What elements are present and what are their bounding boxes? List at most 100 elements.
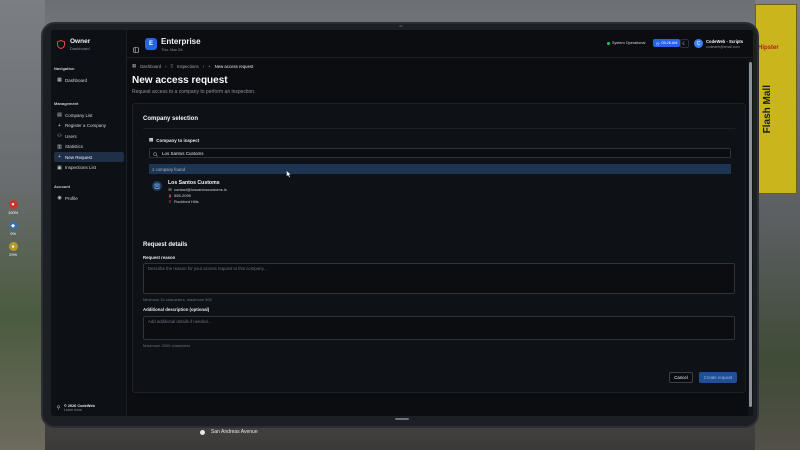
enterprise-title: Enterprise (161, 37, 201, 46)
company-email-row: ✉ contact@lossantoscustoms.ls (168, 187, 227, 192)
sidebar-item-company-list[interactable]: ▤ Company List (54, 110, 124, 120)
main-content: ▦ Dashboard › ▯ Inspections › + New acce… (127, 59, 753, 416)
company-label-text: Company to inspect (156, 137, 200, 143)
building-icon: ▤ (57, 112, 62, 118)
tablet-screen: Owner Dashboard Navigation ▦ Dashboard M… (51, 30, 753, 416)
sidebar-item-statistics[interactable]: ▥ Statistics (54, 142, 124, 152)
description-label: Additional description (optional) (143, 307, 210, 312)
sidebar-item-label: Company List (65, 112, 93, 118)
nav-heading: Navigation (54, 66, 75, 71)
company-search-field[interactable] (149, 148, 731, 158)
brand-subtitle: Dashboard (70, 46, 90, 51)
status-text: System Operational (612, 41, 646, 45)
sidebar-item-label: Statistics (65, 144, 84, 149)
clock-badge: ◷ 05:26 AM (653, 39, 681, 47)
footer-learn-more[interactable]: Learn more (64, 408, 95, 412)
phone-icon: ▮ (168, 193, 172, 198)
page-subtitle: Request access to a company to perform a… (132, 89, 256, 95)
sidebar: Owner Dashboard Navigation ▦ Dashboard M… (51, 30, 127, 416)
hud-armor: ◆ 0% (8, 221, 18, 236)
chevron-right-icon: › (165, 63, 167, 69)
company-phone-row: ▮ 555-2099 (168, 193, 191, 198)
description-hint: Maximum 2000 characters (143, 343, 191, 348)
company-phone: 555-2099 (174, 193, 191, 198)
breadcrumb-current: New access request (214, 63, 254, 69)
breadcrumb-dashboard[interactable]: Dashboard (140, 64, 161, 69)
brand[interactable]: Owner Dashboard (57, 38, 90, 51)
nav-section-account: Account ◉ Profile (51, 184, 127, 204)
create-request-button[interactable]: Create request (699, 372, 737, 383)
sidebar-item-inspections-list[interactable]: ▣ Inspections List (54, 163, 124, 173)
home-icon: ▦ (132, 63, 137, 68)
sidebar-item-users[interactable]: ⚇ Users (54, 131, 124, 141)
cancel-button[interactable]: Cancel (669, 372, 693, 383)
chart-icon: ▥ (57, 143, 62, 150)
grid-icon: ▦ (57, 77, 62, 83)
hud-health: ♥ 100% (8, 200, 18, 215)
sidebar-item-label: Users (65, 133, 77, 139)
system-status: System Operational (607, 41, 645, 45)
game-background-left (0, 0, 45, 450)
hud-health-value: 100% (8, 210, 19, 215)
users-icon: ⚇ (57, 133, 62, 139)
reason-textarea[interactable]: Describe the reason for your access requ… (143, 263, 735, 294)
sidebar-footer: ⚲ © 2026 CodeWeb Learn more (56, 404, 95, 412)
sidebar-item-profile[interactable]: ◉ Profile (54, 193, 124, 203)
sidebar-item-label: Profile (65, 195, 78, 201)
company-email: contact@lossantoscustoms.ls (174, 187, 227, 192)
company-label: ▤ Company to inspect (149, 137, 199, 143)
company-selection-title: Company selection (143, 116, 199, 122)
header-date: Thu, Mar 26 (161, 47, 183, 52)
clipboard-icon: ▣ (57, 164, 62, 171)
page-title: New access request (132, 75, 228, 86)
sidebar-item-label: New Request (65, 154, 93, 160)
billboard-sign: Hipster Flash Mall (755, 4, 797, 194)
avatar[interactable]: C (694, 39, 703, 48)
nav-heading: Account (54, 184, 70, 189)
hud-food: ● 29% (8, 242, 18, 257)
user-name: CodeWeb - Scripts (706, 39, 744, 44)
mail-icon: ✉ (168, 187, 172, 192)
reason-hint: Minimum 10 characters, maximum 500 (143, 297, 212, 302)
theme-toggle-button[interactable]: ☾ (680, 39, 689, 48)
status-dot-icon (607, 41, 610, 45)
plus-icon: + (58, 122, 61, 129)
food-icon: ● (8, 242, 18, 251)
building-icon: ▤ (149, 137, 154, 142)
hud-armor-value: 0% (10, 231, 16, 236)
sidebar-item-label: Inspections List (65, 165, 97, 170)
scrollbar[interactable] (748, 59, 753, 416)
billboard-sub: Hipster (758, 45, 779, 51)
top-header: E Enterprise Thu, Mar 26 System Operatio… (127, 30, 753, 58)
user-email: codeweb@email.com (706, 45, 740, 49)
user-icon: ◉ (57, 195, 62, 201)
camera-notch (399, 25, 403, 27)
street-name: San Andreas Avenue (211, 429, 258, 435)
sidebar-item-register-company[interactable]: + Register a Company (54, 121, 124, 131)
enterprise-badge: E (145, 38, 157, 50)
scroll-thumb[interactable] (749, 62, 752, 407)
player-hud: ♥ 100% ◆ 0% ● 29% (8, 200, 18, 257)
nav-section-management: Management ▤ Company List + Register a C… (51, 101, 127, 173)
search-icon (153, 144, 158, 162)
list-item[interactable]: Los Santos Customs ✉ contact@lossantoscu… (149, 177, 731, 207)
sidebar-item-new-request[interactable]: + New Request (54, 152, 124, 162)
hud-food-value: 29% (9, 252, 18, 257)
results-count: 1 company found (149, 164, 731, 174)
request-form-card: Company selection ▤ Company to inspect 1… (132, 103, 746, 393)
sidebar-toggle-icon[interactable] (133, 40, 139, 53)
home-indicator[interactable] (395, 418, 409, 420)
request-details-title: Request details (143, 242, 188, 248)
sidebar-item-label: Dashboard (65, 77, 88, 83)
breadcrumb-inspections[interactable]: Inspections (177, 64, 199, 69)
document-icon: ▯ (170, 63, 173, 68)
plus-icon: + (208, 63, 211, 69)
street-label: San Andreas Avenue (200, 429, 258, 435)
location-pin-icon: ⚲ (168, 199, 172, 204)
clock-icon: ◷ (656, 41, 660, 46)
description-textarea[interactable]: Add additional details if needed... (143, 316, 735, 340)
sidebar-item-dashboard[interactable]: ▦ Dashboard (54, 75, 124, 85)
search-input[interactable] (162, 150, 662, 156)
shield-logo-icon (57, 40, 65, 49)
company-selection-panel: ▤ Company to inspect 1 company found (143, 128, 735, 226)
